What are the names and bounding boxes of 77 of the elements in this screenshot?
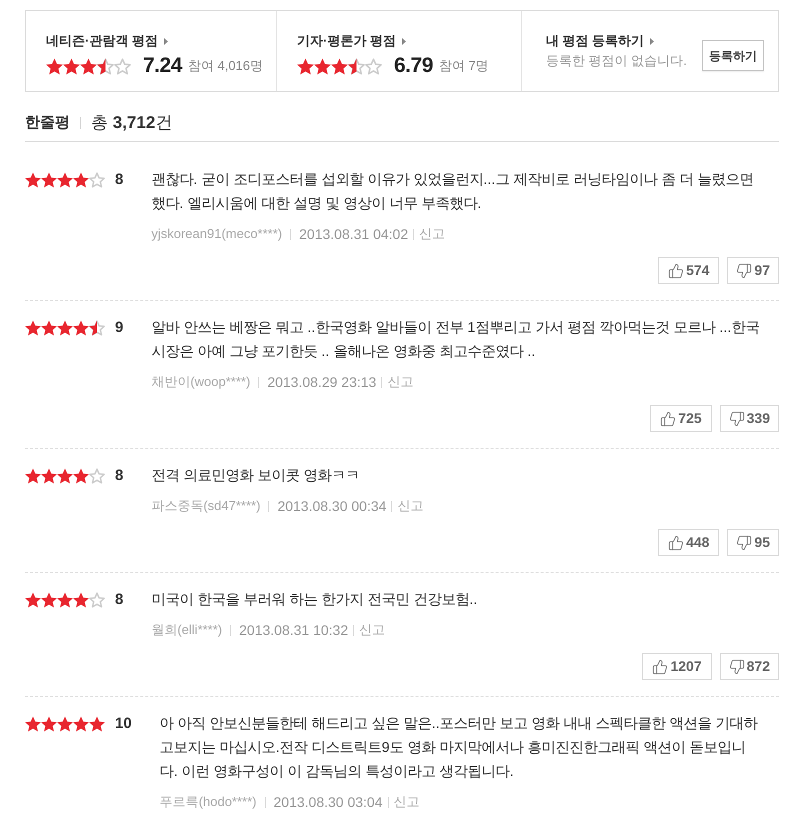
review-text: 아 아직 안보신분들한테 해드리고 싶은 말은..포스터만 보고 영화 내내 스펙타클한 액션을 기대하고보지는 마십시오.전작 디스트릭트9도 영화 마지막에서나 흥미진진한그래픽 액션이 돋보입니다. 이런 영화구성이 이 감독님의 특성이라고 생각됩니다. (160, 715, 759, 782)
filled-star-icon (89, 716, 105, 732)
filled-star-icon (73, 468, 89, 484)
review-date: 2013.08.30 03:04 (274, 793, 383, 811)
participant-count: 참여 7명 (438, 57, 489, 75)
filled-star-icon (41, 320, 57, 336)
filled-star-icon (314, 58, 331, 74)
review-score: 10 (115, 714, 132, 734)
filled-star-icon (25, 320, 41, 336)
rating-title[interactable]: 네티즌·관람객 평점 (46, 32, 158, 50)
filled-star-icon (57, 468, 73, 484)
thumbs-down-icon (728, 410, 745, 426)
dislike-button[interactable]: 97 (727, 257, 779, 284)
review-text: 알바 안쓰는 베짱은 뭐고 ..한국영화 알바들이 전부 1점뿌리고 가서 평점 깍아먹는것 모르나 ...한국시장은 아예 그냥 포기한듯 .. 올해나온 영화중 최고수준였다 .. (151, 319, 760, 362)
thumbs-down-icon (728, 658, 745, 674)
half-star-icon (348, 58, 365, 74)
thumbs-up-icon (652, 658, 668, 674)
filled-star-icon (46, 58, 63, 74)
like-button[interactable]: 448 (658, 529, 720, 556)
rating-title[interactable]: 내 평점 등록하기 (546, 32, 644, 50)
half-star-icon (89, 320, 105, 336)
rating-title[interactable]: 기자·평론가 평점 (297, 32, 396, 50)
caret-icon (402, 38, 406, 44)
register-button[interactable]: 등록하기 (702, 40, 764, 71)
half-star-icon (97, 58, 114, 74)
filled-star-icon (73, 716, 89, 732)
review-date: 2013.08.30 00:34 (277, 497, 386, 515)
rating-score: 7.24 (143, 53, 182, 79)
dislike-button[interactable]: 339 (720, 405, 779, 432)
review-date: 2013.08.31 04:02 (299, 225, 408, 243)
review-text: 전격 의료민영화 보이콧 영화ㅋㅋ (151, 467, 360, 486)
review-score: 8 (115, 466, 124, 486)
thumbs-up-icon (668, 534, 684, 550)
filled-star-icon (25, 716, 41, 732)
filled-star-icon (57, 592, 73, 608)
thumbs-up-icon (668, 262, 684, 278)
review-text: 괜찮다. 굳이 조디포스터를 섭외할 이유가 있었을런지...그 제작비로 러닝타임이나 좀 더 늘렸으면 했다. 엘리시움에 대한 설명 및 영상이 너무 부족했다. (151, 171, 754, 214)
empty-star-icon (365, 58, 382, 74)
caret-icon (164, 38, 168, 44)
section-title: 한줄평 (25, 113, 70, 133)
thumbs-down-icon (736, 262, 752, 278)
caret-icon (650, 38, 654, 44)
filled-star-icon (73, 592, 89, 608)
review-score: 9 (115, 318, 124, 338)
filled-star-icon (25, 592, 41, 608)
filled-star-icon (41, 716, 57, 732)
rating-score: 6.79 (394, 53, 433, 79)
filled-star-icon (331, 58, 348, 74)
review-total: 총 3,712건 (91, 112, 172, 134)
review-date: 2013.08.29 23:13 (267, 373, 376, 391)
thumbs-up-icon (660, 410, 676, 426)
like-button[interactable]: 574 (658, 257, 720, 284)
filled-star-icon (41, 592, 57, 608)
review-score: 8 (115, 170, 124, 190)
like-button[interactable]: 725 (650, 405, 712, 432)
filled-star-icon (41, 468, 57, 484)
thumbs-down-icon (736, 534, 752, 550)
filled-star-icon (297, 58, 314, 74)
review-date: 2013.08.31 10:32 (239, 621, 348, 639)
filled-star-icon (73, 172, 89, 188)
empty-star-icon (114, 58, 131, 74)
filled-star-icon (57, 320, 73, 336)
review-text: 미국이 한국을 부러워 하는 한가지 전국민 건강보험.. (151, 591, 478, 610)
filled-star-icon (57, 172, 73, 188)
review-score: 8 (115, 590, 124, 610)
like-button[interactable]: 1207 (642, 653, 712, 680)
participant-count: 참여 4,016명 (188, 57, 264, 75)
dislike-button[interactable]: 95 (727, 529, 779, 556)
filled-star-icon (41, 172, 57, 188)
filled-star-icon (80, 58, 97, 74)
filled-star-icon (73, 320, 89, 336)
filled-star-icon (57, 716, 73, 732)
filled-star-icon (25, 172, 41, 188)
dislike-button[interactable]: 872 (720, 653, 779, 680)
empty-rating-message: 등록한 평점이 없습니다. (546, 52, 687, 70)
filled-star-icon (63, 58, 80, 74)
filled-star-icon (25, 468, 41, 484)
